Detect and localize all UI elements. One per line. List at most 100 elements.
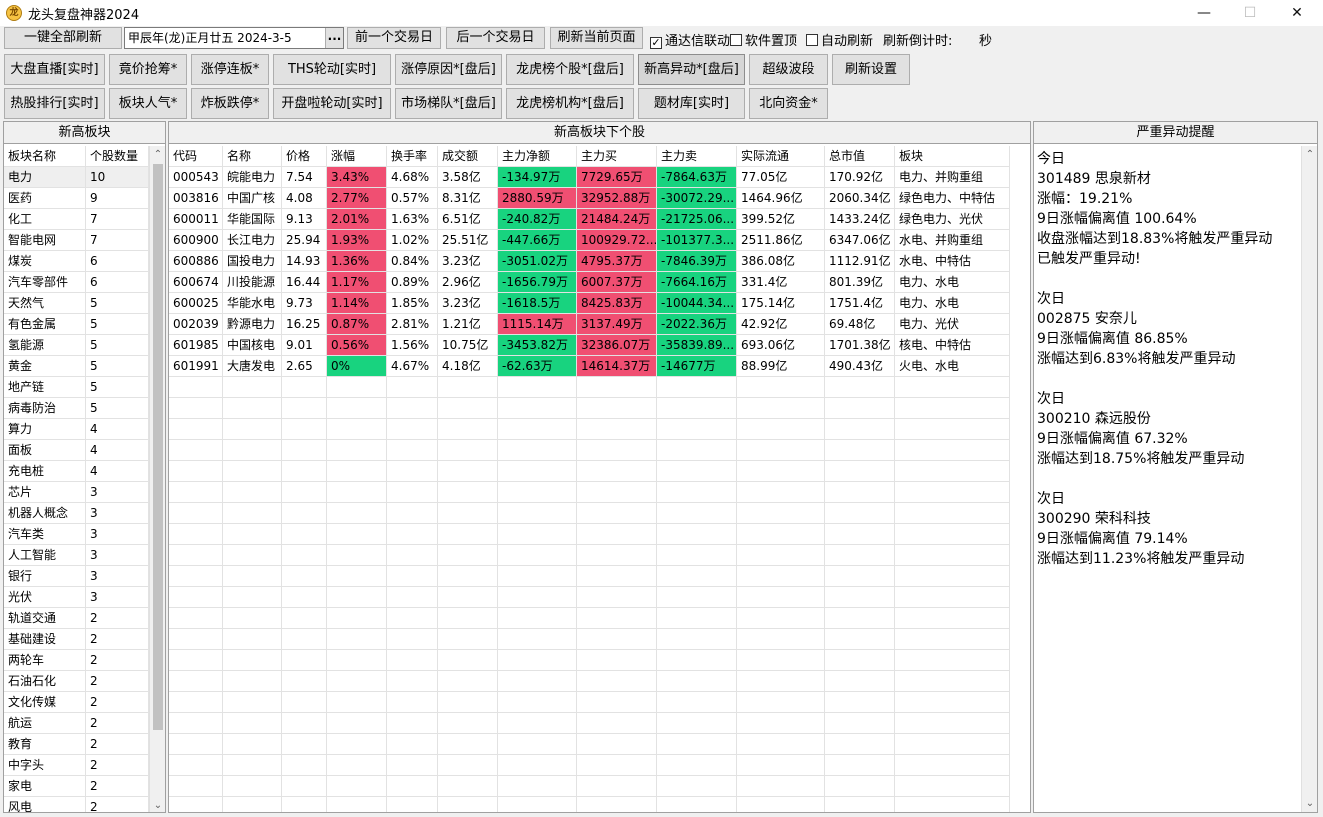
stock-row[interactable]: 600900 长江电力 25.94 1.93% 1.02% 25.51亿 -447.66万 1… bbox=[169, 230, 1010, 251]
sector-count: 3 bbox=[86, 545, 149, 566]
empty-cell bbox=[737, 461, 825, 482]
refresh-all-button[interactable]: 一键全部刷新 bbox=[4, 27, 122, 49]
column-header[interactable]: 名称 bbox=[223, 146, 282, 167]
sector-row[interactable]: 地产链 5 bbox=[4, 377, 149, 398]
alert-scrollbar[interactable]: ⌃ ⌄ bbox=[1301, 146, 1317, 812]
nav-limit-up-reason[interactable]: 涨停原因*[盘后] bbox=[395, 54, 502, 85]
pin-top-checkbox[interactable]: 软件置顶 bbox=[730, 30, 797, 49]
sector-row[interactable]: 充电桩 4 bbox=[4, 461, 149, 482]
sector-scrollbar[interactable]: ⌃ ⌄ bbox=[149, 146, 165, 812]
sector-row[interactable]: 银行 3 bbox=[4, 566, 149, 587]
sector-row[interactable]: 文化传媒 2 bbox=[4, 692, 149, 713]
nav-refresh-settings[interactable]: 刷新设置 bbox=[832, 54, 910, 85]
sector-name: 光伏 bbox=[4, 587, 86, 608]
nav-super-swing[interactable]: 超级波段 bbox=[749, 54, 828, 85]
stock-row[interactable]: 601991 大唐发电 2.65 0% 4.67% 4.18亿 -62.63万 14614.3… bbox=[169, 356, 1010, 377]
auto-refresh-checkbox[interactable]: 自动刷新 bbox=[806, 30, 873, 49]
column-header[interactable]: 涨幅 bbox=[327, 146, 387, 167]
sector-row[interactable]: 电力 10 bbox=[4, 167, 149, 188]
scroll-down-icon[interactable]: ⌄ bbox=[150, 797, 165, 812]
maximize-button[interactable]: ☐ bbox=[1227, 0, 1273, 26]
sector-row[interactable]: 煤炭 6 bbox=[4, 251, 149, 272]
sector-row[interactable]: 算力 4 bbox=[4, 419, 149, 440]
sector-row[interactable]: 两轮车 2 bbox=[4, 650, 149, 671]
sector-row[interactable]: 汽车零部件 6 bbox=[4, 272, 149, 293]
sector-row[interactable]: 氢能源 5 bbox=[4, 335, 149, 356]
stock-row[interactable]: 600674 川投能源 16.44 1.17% 0.89% 2.96亿 -1656.79万 6… bbox=[169, 272, 1010, 293]
column-header[interactable]: 个股数量 bbox=[86, 146, 149, 167]
stock-row[interactable]: 600011 华能国际 9.13 2.01% 1.63% 6.51亿 -240.82万 214… bbox=[169, 209, 1010, 230]
sector-scroll-thumb[interactable] bbox=[153, 164, 163, 730]
scroll-up-icon[interactable]: ⌃ bbox=[150, 146, 165, 163]
stock-row[interactable]: 002039 黔源电力 16.25 0.87% 2.81% 1.21亿 1115.14万 31… bbox=[169, 314, 1010, 335]
sector-row[interactable]: 教育 2 bbox=[4, 734, 149, 755]
stock-row[interactable]: 003816 中国广核 4.08 2.77% 0.57% 8.31亿 2880.59万 329… bbox=[169, 188, 1010, 209]
nav-dragon-tiger-stocks[interactable]: 龙虎榜个股*[盘后] bbox=[506, 54, 634, 85]
nav-ths-rotation[interactable]: THS轮动[实时] bbox=[273, 54, 391, 85]
date-picker-button[interactable]: ... bbox=[325, 28, 343, 48]
nav-sector-popularity[interactable]: 板块人气* bbox=[109, 88, 187, 119]
stock-row[interactable]: 000543 皖能电力 7.54 3.43% 4.68% 3.58亿 -134.97万 772… bbox=[169, 167, 1010, 188]
sector-row[interactable]: 黄金 5 bbox=[4, 356, 149, 377]
scroll-down-icon[interactable]: ⌄ bbox=[1302, 795, 1317, 812]
sector-row[interactable]: 中字头 2 bbox=[4, 755, 149, 776]
column-header[interactable]: 主力买 bbox=[577, 146, 657, 167]
sector-row[interactable]: 化工 7 bbox=[4, 209, 149, 230]
column-header[interactable]: 换手率 bbox=[387, 146, 438, 167]
close-button[interactable]: ✕ bbox=[1274, 0, 1320, 26]
nav-hot-stock-rank[interactable]: 热股排行[实时] bbox=[4, 88, 105, 119]
column-header[interactable]: 价格 bbox=[282, 146, 327, 167]
nav-auction-grab[interactable]: 竟价抢筹* bbox=[109, 54, 187, 85]
sector-row[interactable]: 芯片 3 bbox=[4, 482, 149, 503]
sector-row[interactable]: 面板 4 bbox=[4, 440, 149, 461]
stock-table: 代码 名称 价格 涨幅 换手率 成交额 主力净额 主力买 主力卖 实际流通 总市值 板块 000543 皖… bbox=[169, 146, 1030, 812]
nav-northbound-funds[interactable]: 北向资金* bbox=[749, 88, 828, 119]
sector-row[interactable]: 汽车类 3 bbox=[4, 524, 149, 545]
scroll-up-icon[interactable]: ⌃ bbox=[1302, 146, 1317, 163]
sector-row[interactable]: 病毒防治 5 bbox=[4, 398, 149, 419]
column-header[interactable]: 成交额 bbox=[438, 146, 498, 167]
nav-kpl-rotation[interactable]: 开盘啦轮动[实时] bbox=[273, 88, 391, 119]
sector-row[interactable]: 医药 9 bbox=[4, 188, 149, 209]
stock-row[interactable]: 600025 华能水电 9.73 1.14% 1.85% 3.23亿 -1618.5万 842… bbox=[169, 293, 1010, 314]
trade-date-field[interactable]: 甲辰年(龙)正月廿五 2024-3-5 ... bbox=[124, 27, 344, 49]
nav-new-high-anomaly[interactable]: 新高异动*[盘后] bbox=[638, 54, 745, 85]
tdx-link-checkbox[interactable]: ✓ 通达信联动 bbox=[650, 30, 730, 49]
sector-row[interactable]: 智能电网 7 bbox=[4, 230, 149, 251]
sector-row[interactable]: 航运 2 bbox=[4, 713, 149, 734]
sector-row[interactable]: 天然气 5 bbox=[4, 293, 149, 314]
sector-row[interactable]: 轨道交通 2 bbox=[4, 608, 149, 629]
minimize-button[interactable]: — bbox=[1181, 0, 1227, 26]
nav-limit-up-streak[interactable]: 涨停连板* bbox=[191, 54, 269, 85]
stock-row[interactable]: 601985 中国核电 9.01 0.56% 1.56% 10.75亿 -3453.82万 3… bbox=[169, 335, 1010, 356]
column-header[interactable]: 主力净额 bbox=[498, 146, 577, 167]
sector-row[interactable]: 家电 2 bbox=[4, 776, 149, 797]
alert-text-area[interactable]: 今日 301489 思泉新材 涨幅：19.21% 9日涨幅偏离值 100.64% 收盘涨… bbox=[1037, 149, 1272, 569]
sector-row[interactable]: 有色金属 5 bbox=[4, 314, 149, 335]
refresh-page-button[interactable]: 刷新当前页面 bbox=[550, 27, 643, 49]
nav-dragon-tiger-institutions[interactable]: 龙虎榜机构*[盘后] bbox=[506, 88, 634, 119]
nav-broken-limit-down[interactable]: 炸板跌停* bbox=[191, 88, 269, 119]
sector-row[interactable]: 机器人概念 3 bbox=[4, 503, 149, 524]
empty-cell bbox=[282, 797, 327, 812]
prev-trading-day-button[interactable]: 前一个交易日 bbox=[347, 27, 441, 49]
sector-row[interactable]: 基础建设 2 bbox=[4, 629, 149, 650]
sector-row[interactable]: 风电 2 bbox=[4, 797, 149, 812]
next-trading-day-button[interactable]: 后一个交易日 bbox=[446, 27, 545, 49]
stock-sectors: 水电、并购重组 bbox=[895, 230, 1010, 251]
stock-main-buy: 8425.83万 bbox=[577, 293, 657, 314]
column-header[interactable]: 代码 bbox=[169, 146, 223, 167]
sector-row[interactable]: 石油石化 2 bbox=[4, 671, 149, 692]
nav-market-live[interactable]: 大盘直播[实时] bbox=[4, 54, 105, 85]
nav-theme-library[interactable]: 题材库[实时] bbox=[638, 88, 745, 119]
empty-cell bbox=[387, 713, 438, 734]
column-header[interactable]: 主力卖 bbox=[657, 146, 737, 167]
column-header[interactable]: 总市值 bbox=[825, 146, 895, 167]
nav-market-ladder[interactable]: 市场梯队*[盘后] bbox=[395, 88, 502, 119]
column-header[interactable]: 板块名称 bbox=[4, 146, 86, 167]
sector-row[interactable]: 光伏 3 bbox=[4, 587, 149, 608]
column-header[interactable]: 实际流通 bbox=[737, 146, 825, 167]
sector-row[interactable]: 人工智能 3 bbox=[4, 545, 149, 566]
stock-row[interactable]: 600886 国投电力 14.93 1.36% 0.84% 3.23亿 -3051.02万 4… bbox=[169, 251, 1010, 272]
column-header[interactable]: 板块 bbox=[895, 146, 1010, 167]
